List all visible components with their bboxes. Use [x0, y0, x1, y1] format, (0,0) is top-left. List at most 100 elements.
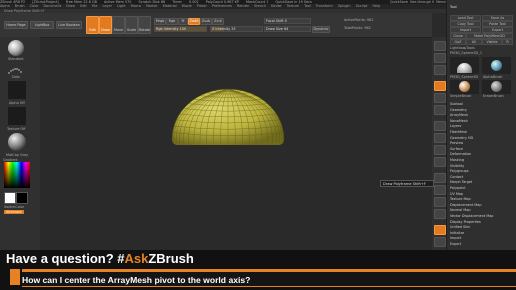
rgb-button[interactable]: Rgb [166, 18, 178, 25]
tool-menu-preview[interactable]: Preview [450, 141, 463, 145]
tool-menu-morph-target[interactable]: Morph Target [450, 180, 472, 184]
texture-swatch[interactable] [8, 107, 26, 125]
persp-icon[interactable] [434, 121, 446, 131]
bpr-icon[interactable] [434, 41, 446, 51]
visible-button[interactable]: Visible [482, 39, 502, 45]
aahalf-icon[interactable] [434, 105, 446, 115]
lightbox-button[interactable]: LightBox [30, 21, 54, 29]
tool-menu-geometry-hd[interactable]: Geometry HD [450, 136, 473, 140]
menu-brush[interactable]: Brush [15, 4, 25, 8]
menu-texture[interactable]: Texture [287, 4, 299, 8]
menu-zplugin[interactable]: Zplugin [338, 4, 351, 8]
live-boolean-button[interactable]: Live Boolean [56, 21, 82, 29]
menu-layer[interactable]: Layer [103, 4, 112, 8]
edit-button[interactable]: Edit [86, 16, 99, 34]
frame-icon[interactable] [434, 173, 446, 183]
zcut-button[interactable]: Zcut [212, 18, 224, 25]
polyframe-icon[interactable] [434, 225, 446, 235]
actual-icon[interactable] [434, 93, 446, 103]
tool-menu-texture-map[interactable]: Texture Map [450, 197, 471, 201]
zoom3d-icon[interactable] [434, 197, 446, 207]
rotate-button[interactable]: Rotate [138, 16, 151, 34]
local-icon[interactable] [434, 145, 446, 155]
goz-button[interactable]: GoZ [450, 39, 466, 45]
tool-thumb-eraserbrush[interactable] [482, 80, 511, 94]
z-intensity-slider[interactable]: Z Intensity 25 [210, 26, 263, 32]
tool-menu-polygroups[interactable]: Polygroups [450, 169, 469, 173]
xyz-icon[interactable] [434, 157, 446, 167]
draw-button[interactable]: Draw [99, 16, 112, 34]
tool-menu-deformation[interactable]: Deformation [450, 152, 471, 156]
menu-movie[interactable]: Movie [182, 4, 192, 8]
mrgb-button[interactable]: Mrgb [154, 18, 166, 25]
home-page-button[interactable]: Home Page [4, 21, 28, 29]
menu-light[interactable]: Light [117, 4, 125, 8]
tool-menu-fibermesh[interactable]: FiberMesh [450, 130, 467, 134]
menu-marker[interactable]: Marker [146, 4, 158, 8]
tool-thumb-simplebrush[interactable] [450, 80, 479, 94]
transp-icon[interactable] [434, 237, 446, 247]
tool-menu-contact[interactable]: Contact [450, 175, 463, 179]
tool-menu-visibility[interactable]: Visibility [450, 164, 464, 168]
color-picker[interactable] [4, 162, 30, 188]
tool-thumb-alphabrush[interactable] [482, 57, 511, 74]
alternate-button[interactable]: Alternate [4, 210, 24, 214]
move-view-icon[interactable] [434, 185, 446, 195]
menu-stencil[interactable]: Stencil [254, 4, 265, 8]
tool-menu-masking[interactable]: Masking [450, 158, 464, 162]
menu-preferences[interactable]: Preferences [212, 4, 232, 8]
menu-zscript[interactable]: Zscript [356, 4, 368, 8]
menu-file[interactable]: File [92, 4, 98, 8]
spix-icon[interactable] [434, 53, 446, 63]
tool-palette-header[interactable]: Tool [450, 5, 457, 9]
focal-shift-slider[interactable]: Focal Shift 0 [264, 18, 311, 24]
all-button[interactable]: All [466, 39, 482, 45]
material-sphere-icon[interactable] [8, 133, 26, 151]
menu-material[interactable]: Material [163, 4, 177, 8]
draw-size-slider[interactable]: Draw Size 64 [264, 26, 311, 32]
tool-menu-unified-skin[interactable]: Unified Skin [450, 225, 470, 229]
tool-menu-polypaint[interactable]: Polypaint [450, 186, 466, 190]
tool-menu-geometry[interactable]: Geometry [450, 108, 467, 112]
menu-tool[interactable]: Tool [304, 4, 311, 8]
zsub-button[interactable]: Zsub [200, 18, 212, 25]
hemisphere-mesh[interactable] [171, 88, 285, 145]
menu-macro[interactable]: Macro [131, 4, 141, 8]
switch-color-button[interactable]: SwitchColor [4, 205, 24, 209]
scroll-icon[interactable] [434, 65, 446, 75]
menu-render[interactable]: Render [237, 4, 249, 8]
menu-help[interactable]: Help [372, 4, 380, 8]
menu-alpha[interactable]: Alpha [0, 4, 10, 8]
tool-menu-arraymesh[interactable]: ArrayMesh [450, 113, 468, 117]
tool-menu-normal-map[interactable]: Normal Map [450, 208, 471, 212]
tool-thumb-sphere[interactable] [450, 57, 479, 74]
tool-menu-nanomesh[interactable]: NanoMesh [450, 119, 468, 123]
m-button[interactable]: M [178, 18, 188, 25]
tool-menu-surface[interactable]: Surface [450, 147, 463, 151]
menu-stroke[interactable]: Stroke [271, 4, 282, 8]
rotate-view-icon[interactable] [434, 209, 446, 219]
menu-transform[interactable]: Transform [316, 4, 333, 8]
tool-menu-vector-displacement-map[interactable]: Vector Displacement Map [450, 214, 493, 218]
menu-document[interactable]: Document [44, 4, 62, 8]
alpha-swatch[interactable] [8, 81, 26, 99]
dynamic-button[interactable]: Dynamic [312, 26, 330, 33]
tool-menu-export[interactable]: Export [450, 242, 461, 246]
move-button[interactable]: Move [112, 16, 125, 34]
rgb-intensity-slider[interactable]: Rgb Intensity 100 [154, 26, 207, 32]
tool-menu-uv-map[interactable]: UV Map [450, 192, 463, 196]
dots-stroke-icon[interactable] [6, 62, 26, 74]
tool-menu-import[interactable]: Import [450, 236, 461, 240]
zadd-button[interactable]: Zadd [188, 18, 200, 25]
r-button[interactable]: R [502, 39, 513, 45]
standard-brush-icon[interactable] [8, 40, 24, 56]
tool-menu-displacement-map[interactable]: Displacement Map [450, 203, 482, 207]
menu-color[interactable]: Color [30, 4, 39, 8]
tool-menu-display-properties[interactable]: Display Properties [450, 220, 481, 224]
menu-picker[interactable]: Picker [197, 4, 207, 8]
scale-button[interactable]: Scale [125, 16, 138, 34]
zoom-icon[interactable] [434, 81, 446, 91]
main-color-swatch[interactable] [4, 192, 16, 204]
secondary-color-swatch[interactable] [16, 192, 28, 204]
menu-edit[interactable]: Edit [80, 4, 87, 8]
